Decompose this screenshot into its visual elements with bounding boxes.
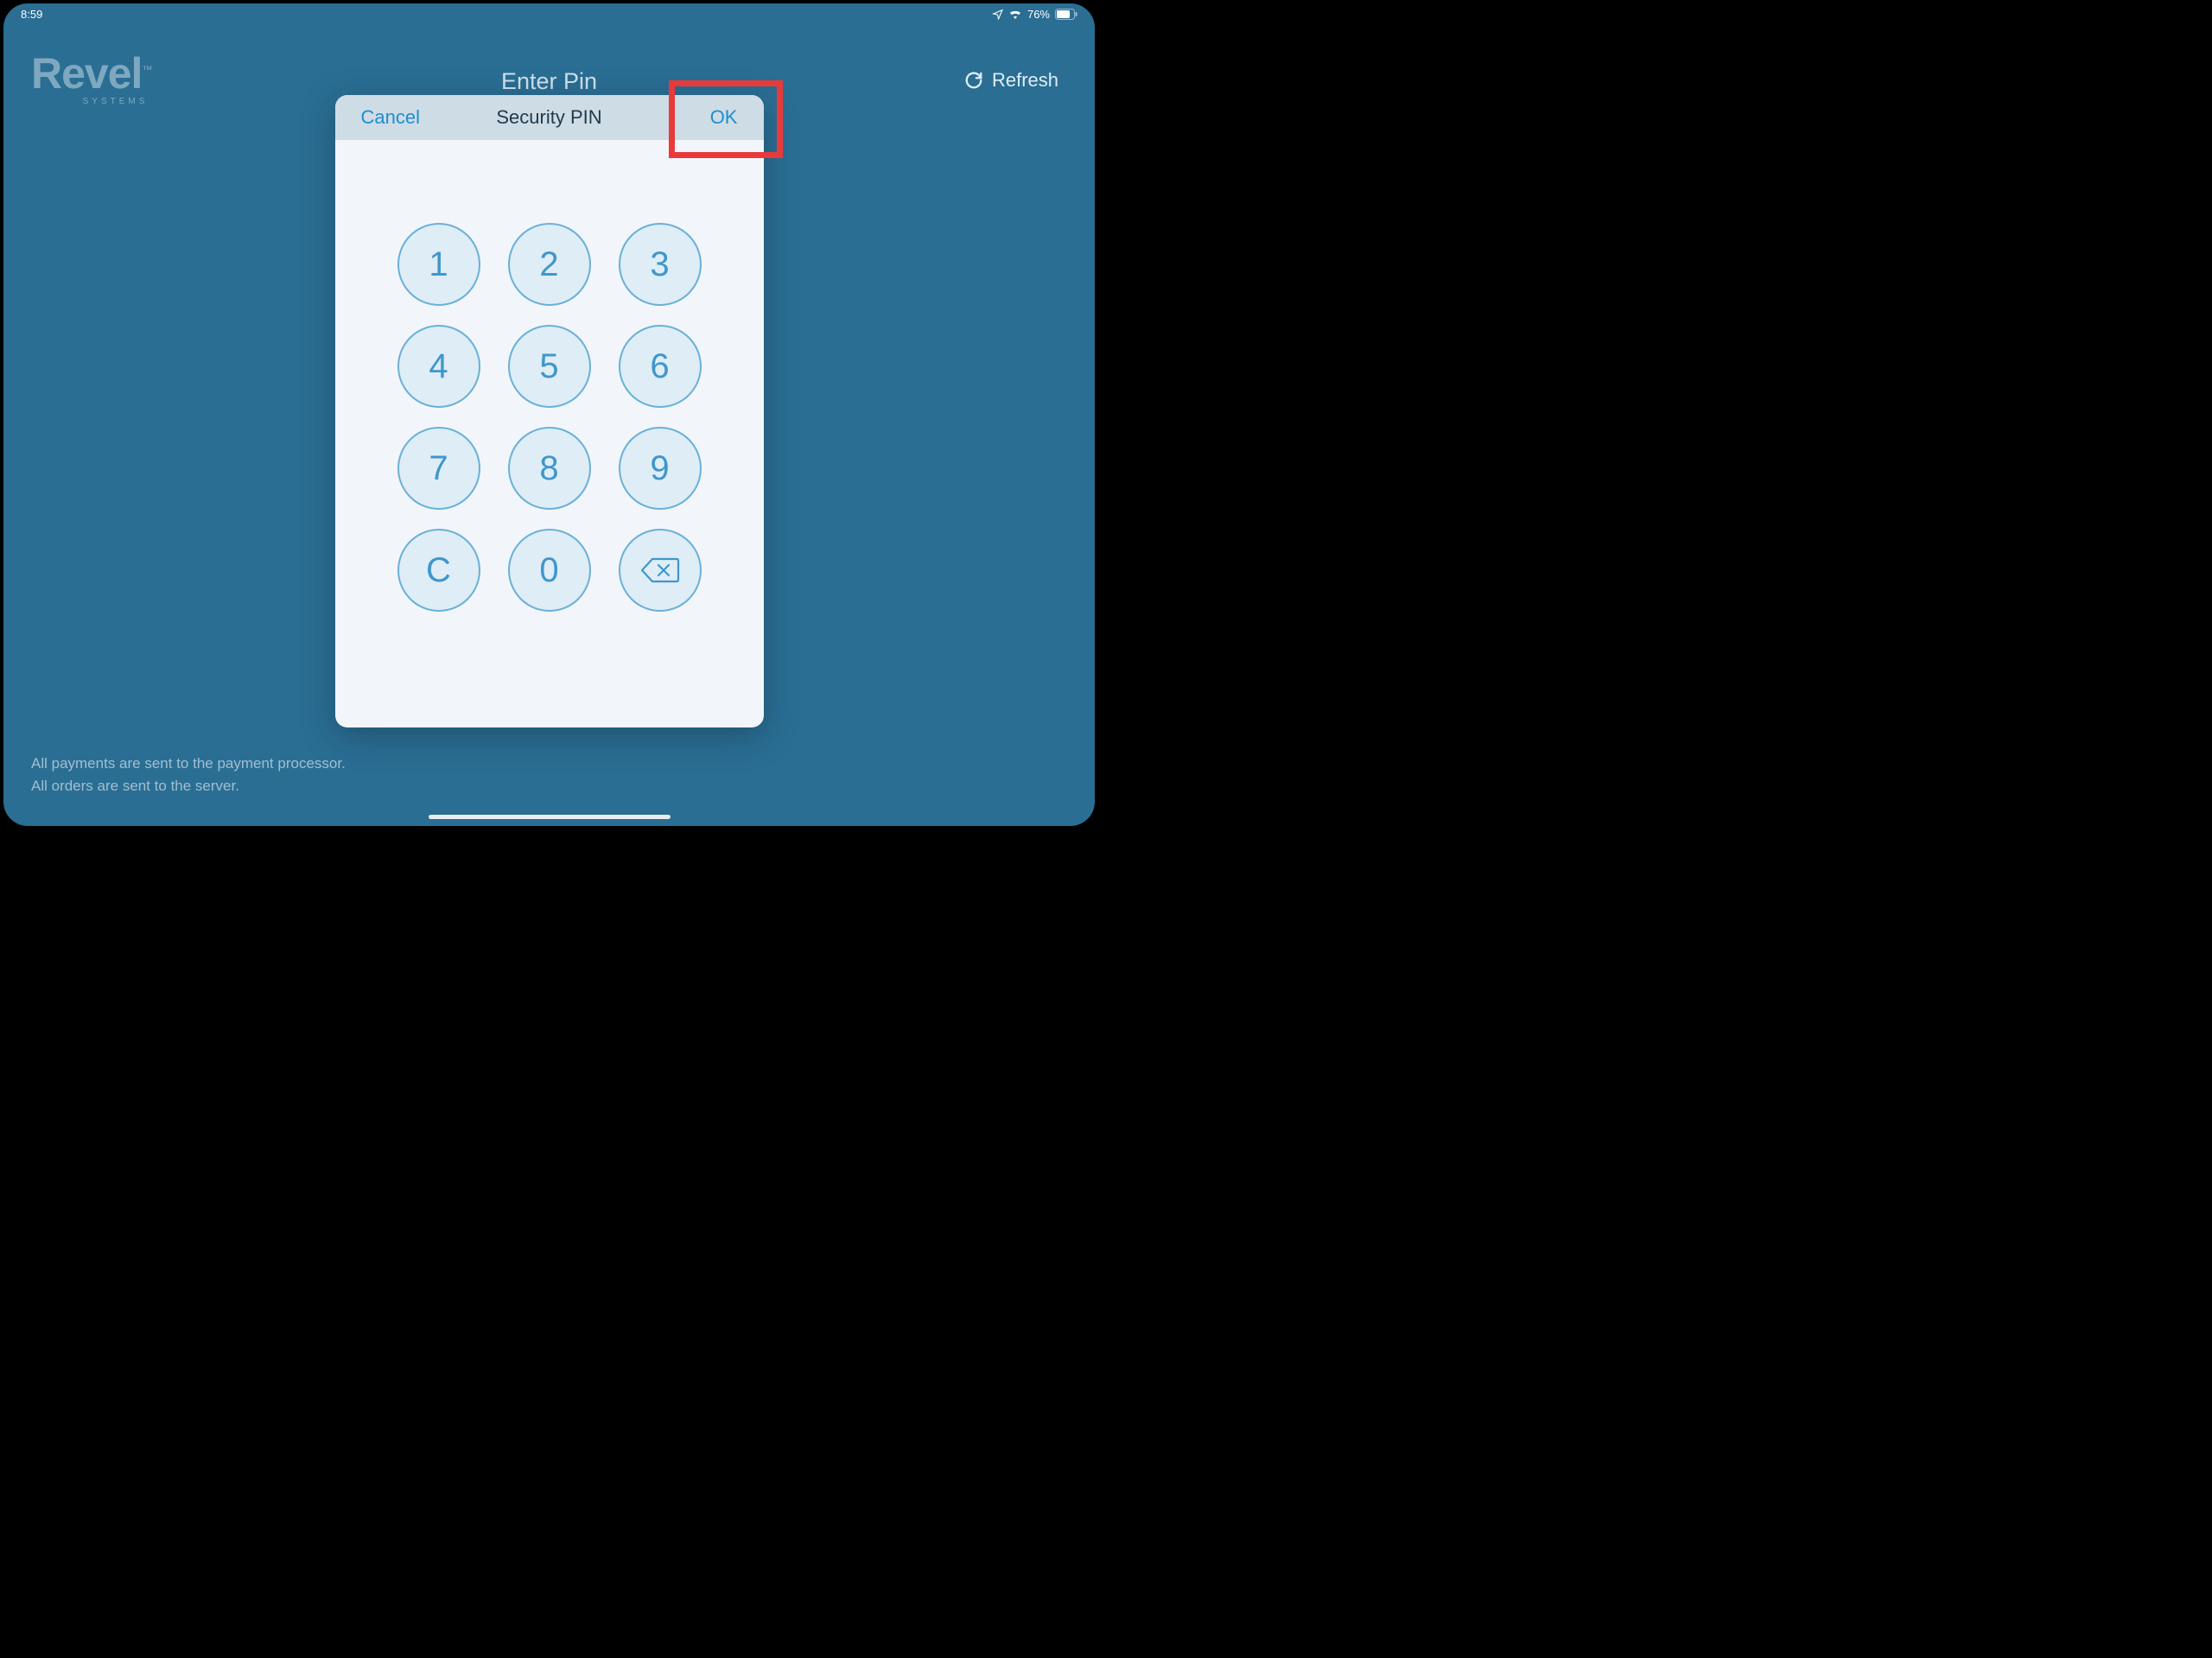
modal-header: Cancel Security PIN OK <box>335 95 764 140</box>
ok-button[interactable]: OK <box>668 106 737 129</box>
footer-line-2: All orders are sent to the server. <box>31 775 346 797</box>
keypad-backspace[interactable] <box>619 529 702 612</box>
wifi-icon <box>1008 9 1022 19</box>
keypad-2[interactable]: 2 <box>508 223 591 306</box>
keypad: 1 2 3 4 5 6 7 8 9 C 0 <box>335 223 764 612</box>
status-time: 8:59 <box>21 8 42 21</box>
keypad-7[interactable]: 7 <box>397 427 480 510</box>
keypad-5[interactable]: 5 <box>508 325 591 408</box>
keypad-9[interactable]: 9 <box>619 427 702 510</box>
page-title: Enter Pin <box>3 68 1095 95</box>
footer-line-1: All payments are sent to the payment pro… <box>31 753 346 775</box>
status-right: 76% <box>992 8 1077 21</box>
keypad-8[interactable]: 8 <box>508 427 591 510</box>
cancel-button[interactable]: Cancel <box>361 106 430 129</box>
status-bar: 8:59 76% <box>3 3 1095 24</box>
keypad-clear[interactable]: C <box>397 529 480 612</box>
logo-subtext: SYSTEMS <box>31 97 151 106</box>
home-indicator[interactable] <box>429 815 671 819</box>
location-icon <box>992 9 1003 20</box>
footer-text: All payments are sent to the payment pro… <box>31 753 346 797</box>
security-pin-modal: Cancel Security PIN OK 1 2 3 4 5 6 7 8 9… <box>335 95 764 727</box>
refresh-label: Refresh <box>992 69 1058 92</box>
keypad-3[interactable]: 3 <box>619 223 702 306</box>
keypad-6[interactable]: 6 <box>619 325 702 408</box>
status-battery-percent: 76% <box>1027 8 1050 21</box>
battery-icon <box>1055 9 1077 20</box>
refresh-button[interactable]: Refresh <box>964 69 1058 92</box>
modal-title: Security PIN <box>496 106 601 129</box>
keypad-0[interactable]: 0 <box>508 529 591 612</box>
keypad-1[interactable]: 1 <box>397 223 480 306</box>
backspace-icon <box>640 556 680 585</box>
keypad-4[interactable]: 4 <box>397 325 480 408</box>
refresh-icon <box>964 71 983 90</box>
